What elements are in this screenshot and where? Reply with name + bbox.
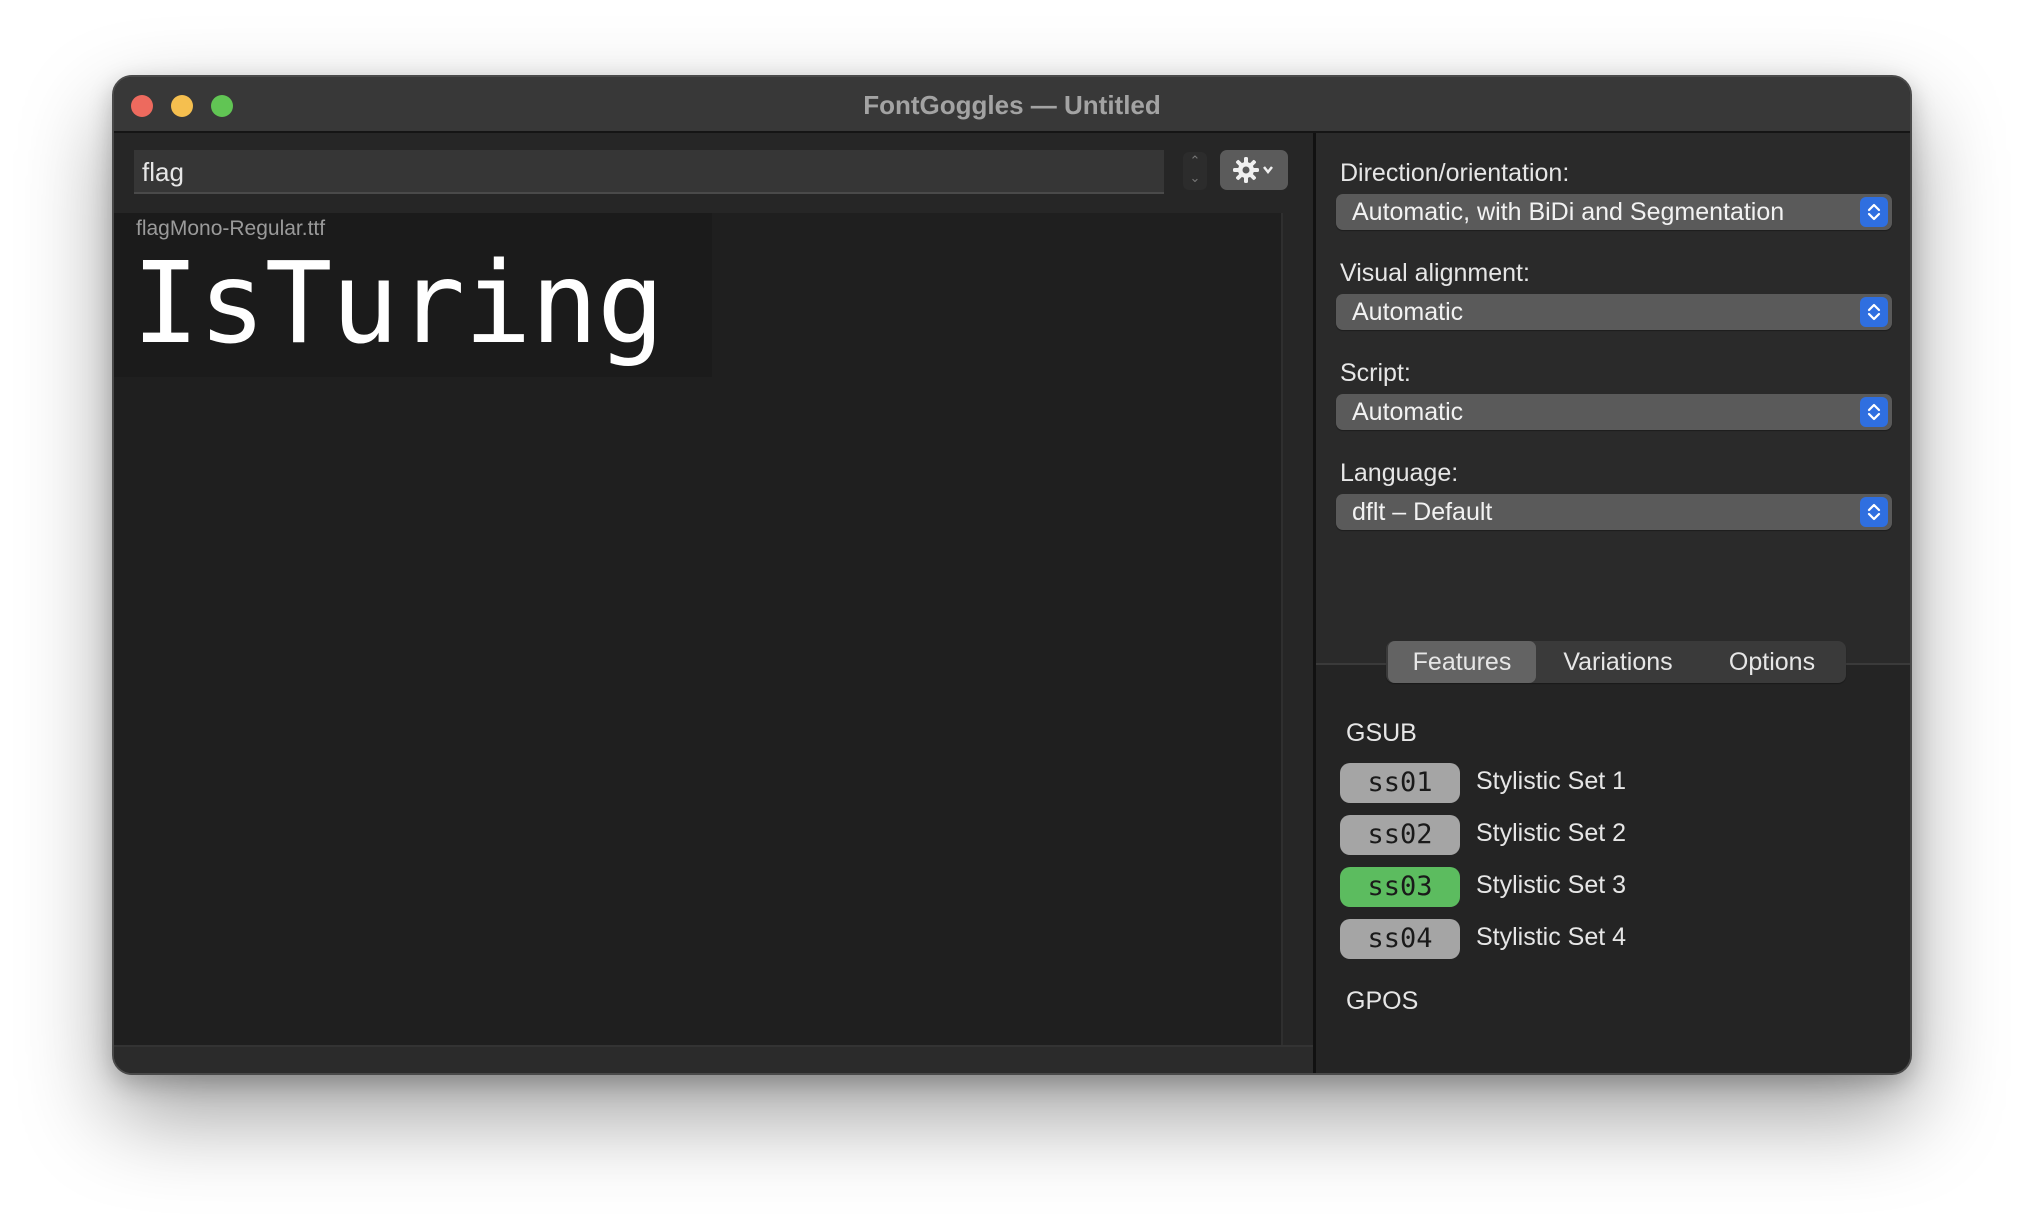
font-filename: flagMono-Regular.ttf (136, 217, 326, 240)
feature-toggle-ss03[interactable]: ss03 (1340, 867, 1460, 907)
alignment-label: Visual alignment: (1340, 259, 1530, 287)
popup-arrows-icon (1860, 497, 1888, 527)
window-title: FontGoggles — Untitled (863, 90, 1161, 120)
features-panel: GSUB ss01 Stylistic Set 1 ss02 Stylistic… (1316, 663, 1910, 1073)
language-value: dflt – Default (1352, 498, 1493, 526)
feature-name: Stylistic Set 2 (1476, 819, 1627, 847)
title-bar: FontGoggles — Untitled (114, 77, 1910, 133)
app-window: FontGoggles — Untitled flag ⌃ ⌄ flagMono… (112, 75, 1912, 1075)
font-preview-cell[interactable]: flagMono-Regular.ttf IsTuring (114, 213, 712, 377)
popup-arrows-icon (1860, 197, 1888, 227)
preview-pane: flag ⌃ ⌄ flagMono-Regular.ttf IsTuring (114, 133, 1313, 1073)
alignment-value: Automatic (1352, 298, 1464, 326)
language-label: Language: (1340, 459, 1459, 487)
glyph-preview-area[interactable]: flagMono-Regular.ttf IsTuring (114, 213, 1281, 1045)
tab-control: Features Variations Options (1386, 641, 1846, 683)
direction-label: Direction/orientation: (1340, 159, 1570, 187)
gpos-section-title: GPOS (1346, 987, 1419, 1015)
direction-popup[interactable]: Automatic, with BiDi and Segmentation (1336, 194, 1892, 230)
feature-name: Stylistic Set 1 (1476, 767, 1627, 795)
tab-options[interactable]: Options (1700, 641, 1844, 683)
language-popup[interactable]: dflt – Default (1336, 494, 1892, 530)
settings-pane: Direction/orientation: Automatic, with B… (1316, 133, 1910, 1073)
rendered-sample-text: IsTuring (132, 239, 664, 369)
tab-variations[interactable]: Variations (1538, 641, 1698, 683)
text-stepper[interactable]: ⌃ ⌄ (1183, 152, 1207, 190)
stepper-up-icon[interactable]: ⌃ (1183, 152, 1207, 169)
feature-toggle-ss01[interactable]: ss01 (1340, 763, 1460, 803)
popup-arrows-icon (1860, 397, 1888, 427)
script-popup[interactable]: Automatic (1336, 394, 1892, 430)
feature-name: Stylistic Set 3 (1476, 871, 1627, 899)
feature-toggle-ss02[interactable]: ss02 (1340, 815, 1460, 855)
popup-arrows-icon (1860, 297, 1888, 327)
feature-name: Stylistic Set 4 (1476, 923, 1627, 951)
feature-toggle-ss04[interactable]: ss04 (1340, 919, 1460, 959)
direction-value: Automatic, with BiDi and Segmentation (1352, 198, 1785, 226)
script-value: Automatic (1352, 398, 1464, 426)
script-label: Script: (1340, 359, 1411, 387)
sample-text-input[interactable]: flag (134, 150, 1164, 194)
settings-menu-button[interactable] (1220, 150, 1288, 190)
alignment-popup[interactable]: Automatic (1336, 294, 1892, 330)
gear-icon (1233, 157, 1273, 183)
preview-bottom-bar (114, 1045, 1313, 1073)
preview-scrollbar[interactable] (1281, 213, 1313, 1045)
gsub-section-title: GSUB (1346, 719, 1417, 747)
tab-features[interactable]: Features (1388, 641, 1536, 683)
stepper-down-icon[interactable]: ⌄ (1183, 169, 1207, 186)
